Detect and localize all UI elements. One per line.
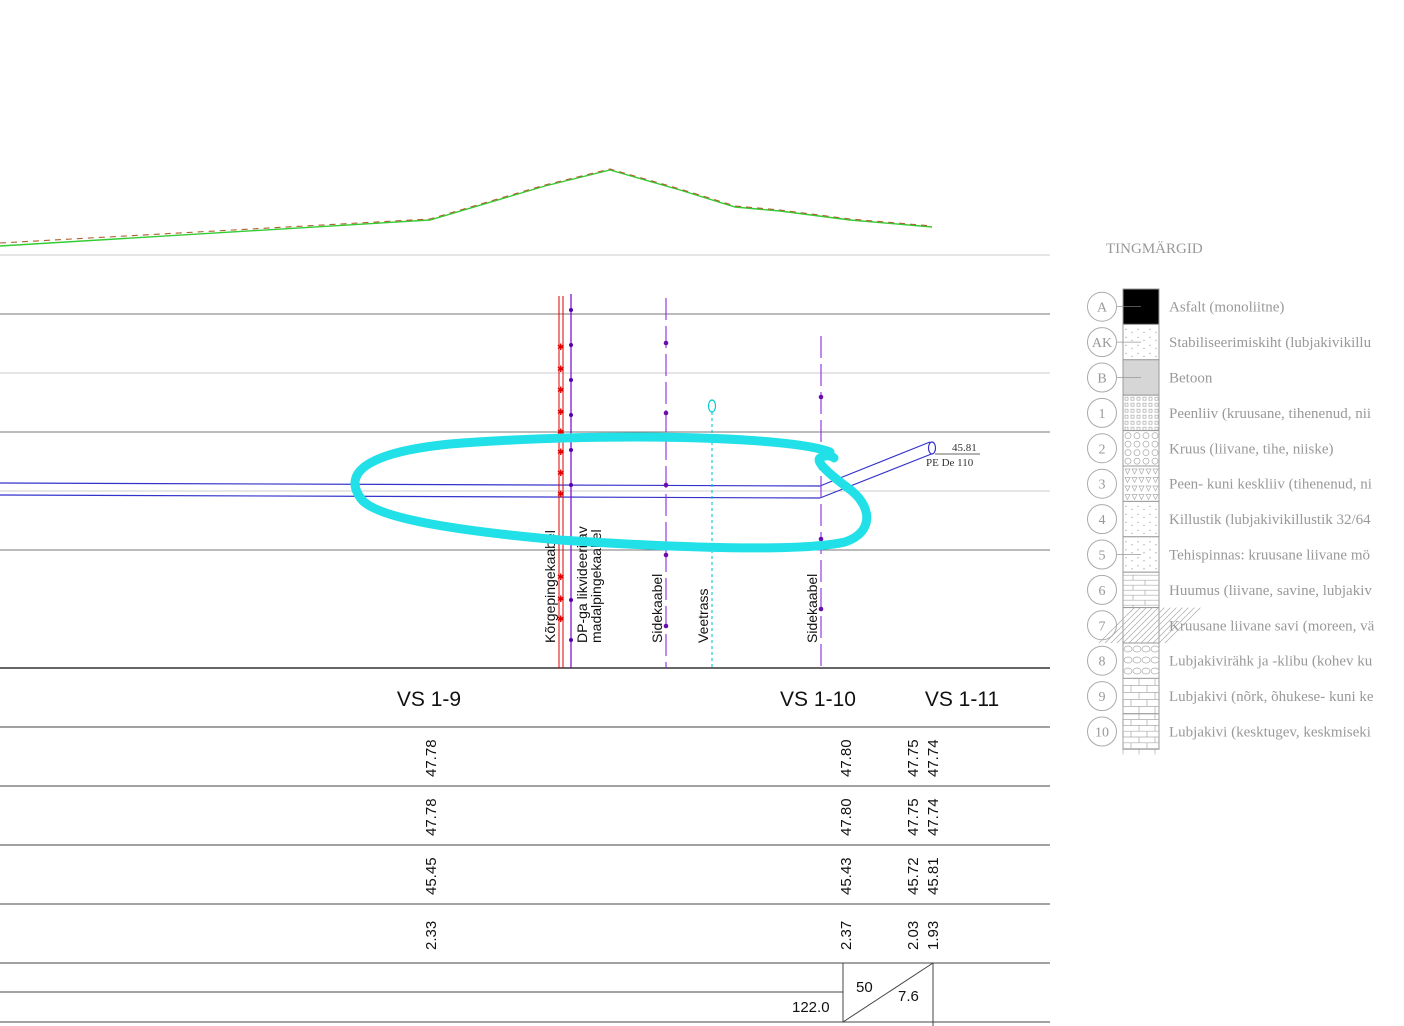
highlight-annotation: [350, 432, 872, 553]
pipe-label-name: PE De 110: [926, 457, 974, 469]
legend: TINGMÄRGID A Asfalt (monoliitne) AK Stabili…: [1087, 240, 1375, 755]
legend-code: A: [1097, 301, 1108, 316]
legend-label: Lubjakivirähk ja -klibu (kohev ku: [1169, 654, 1373, 670]
data-table-grid: [0, 726, 1050, 1026]
legend-code: 8: [1099, 655, 1106, 670]
legend-swatch: [1122, 430, 1160, 467]
legend-label: Betoon: [1169, 371, 1213, 387]
legend-code: 5: [1099, 549, 1106, 564]
legend-item: 7 Kruusane liivane savi (moreen, vä: [1087, 607, 1375, 644]
svg-text:✱: ✱: [557, 448, 565, 458]
legend-item: 4 Killustik (lubjakivikillustik 32/64: [1087, 500, 1371, 538]
profile-drawing: 45.81 PE De 110 ✱✱✱ ✱✱✱ ✱✱✱ ✱✱ Kõrgeping…: [0, 168, 1375, 1026]
legend-label: Killustik (lubjakivikillustik 32/64: [1169, 512, 1371, 528]
legend-code: 6: [1099, 584, 1106, 599]
legend-swatch: [1122, 677, 1160, 715]
value-cell: 1.93: [925, 921, 942, 950]
terrain-existing-line: [0, 169, 933, 247]
value-cell: 2.03: [905, 921, 922, 950]
value-cell: 47.74: [925, 798, 942, 836]
station-name: VS 1-11: [925, 688, 999, 711]
legend-code: 1: [1099, 407, 1106, 422]
legend-item: 3 Peen- kuni keskliiv (tihenenud, ni: [1087, 465, 1372, 502]
legend-item: AK Stabiliseerimiskiht (lubjakivikillu: [1087, 323, 1372, 361]
legend-label: Kruusane liivane savi (moreen, vä: [1169, 618, 1375, 634]
utility-label-korgepinge: Kõrgepingekaabel: [542, 530, 558, 643]
utility-label-side1: Sidekaabel: [649, 574, 665, 643]
legend-label: Tehispinnas: kruusane liivane mö: [1169, 548, 1370, 564]
legend-code: 9: [1099, 690, 1106, 705]
legend-item: 6 Huumus (liivane, savine, lubjakiv: [1087, 571, 1372, 611]
pipe-diameter: 50: [856, 979, 873, 996]
station-name: VS 1-9: [397, 688, 461, 711]
legend-label: Peen- kuni keskliiv (tihenenud, ni: [1169, 477, 1372, 493]
pipe-slope: 7.6: [898, 988, 919, 1005]
value-cell: 45.72: [905, 857, 922, 895]
legend-label: Peenliiv (kruusane, tihenenud, nii: [1169, 406, 1371, 422]
legend-code: 10: [1095, 726, 1109, 741]
value-cell: 2.33: [423, 921, 440, 950]
legend-item: 5 Tehispinnas: kruusane liivane mö: [1087, 536, 1370, 573]
legend-swatch: [1122, 394, 1160, 432]
pipe-end-icon: [927, 441, 937, 455]
value-cell: 47.75: [905, 798, 922, 836]
svg-text:✱: ✱: [557, 469, 565, 479]
svg-text:✱: ✱: [557, 365, 565, 375]
legend-rows: A Asfalt (monoliitne) AK Stabiliseerimiskih…: [1087, 288, 1375, 755]
legend-code: 4: [1099, 513, 1106, 528]
svg-text:✱: ✱: [557, 408, 565, 418]
value-cell: 47.78: [423, 739, 440, 777]
legend-item: A Asfalt (monoliitne): [1087, 288, 1284, 325]
profile-grid: [0, 254, 1050, 669]
segment-length: 122.0: [792, 999, 830, 1016]
legend-swatch: [1122, 500, 1160, 538]
utility-label-side2: Sidekaabel: [804, 574, 820, 643]
utilities: ✱✱✱ ✱✱✱ ✱✱✱ ✱✱ Kõrgepingekaabel DP-ga li…: [542, 294, 824, 668]
value-cell: 47.78: [423, 798, 440, 836]
svg-text:✱: ✱: [557, 615, 565, 625]
legend-label: Lubjakivi (kesktugev, keskmiseki: [1169, 725, 1371, 741]
legend-code: 3: [1099, 478, 1106, 493]
pipe-bottom-line: [0, 494, 821, 499]
legend-item: 2 Kruus (liivane, tihe, niiske): [1087, 430, 1334, 467]
station-name: VS 1-10: [780, 688, 856, 711]
legend-code: AK: [1092, 336, 1112, 351]
utility-veetrass-top-icon: [707, 399, 717, 413]
terrain-profile: [0, 168, 933, 247]
utility-label-veetrass: Veetrass: [695, 589, 711, 643]
value-cell: 47.75: [905, 739, 922, 777]
svg-text:✱: ✱: [557, 573, 565, 583]
svg-text:✱: ✱: [557, 386, 565, 396]
pipe-top-line: [0, 482, 821, 487]
legend-label: Lubjakivi (nõrk, õhukese- kuni ke: [1169, 689, 1374, 705]
value-cell: 45.43: [838, 857, 855, 895]
value-cell: 47.80: [838, 739, 855, 777]
legend-item: 8 Lubjakivirähk ja -klibu (kohev ku: [1087, 642, 1373, 679]
svg-text:✱: ✱: [557, 490, 565, 500]
legend-item: B Betoon: [1087, 359, 1213, 396]
svg-text:✱: ✱: [557, 595, 565, 605]
legend-code: 2: [1099, 442, 1106, 457]
value-cell: 45.81: [925, 857, 942, 895]
pipe-label-value: 45.81: [952, 442, 977, 454]
legend-title: TINGMÄRGID: [1106, 240, 1203, 257]
legend-label: Asfalt (monoliitne): [1169, 300, 1284, 316]
value-cell: 2.37: [838, 921, 855, 950]
value-cell: 45.45: [423, 857, 440, 895]
svg-text:✱: ✱: [557, 343, 565, 353]
legend-item: 1 Peenliiv (kruusane, tihenenud, nii: [1087, 394, 1371, 432]
legend-code: B: [1097, 372, 1106, 387]
legend-item: 10 Lubjakivi (kesktugev, keskmiseki: [1087, 713, 1371, 755]
value-cell: 47.80: [838, 798, 855, 836]
value-cell: 47.74: [925, 739, 942, 777]
terrain-design-line: [0, 168, 933, 244]
legend-code: 7: [1099, 619, 1106, 634]
legend-label: Huumus (liivane, savine, lubjakiv: [1169, 583, 1372, 599]
legend-label: Stabiliseerimiskiht (lubjakivikillu: [1169, 335, 1372, 351]
legend-label: Kruus (liivane, tihe, niiske): [1169, 441, 1334, 457]
